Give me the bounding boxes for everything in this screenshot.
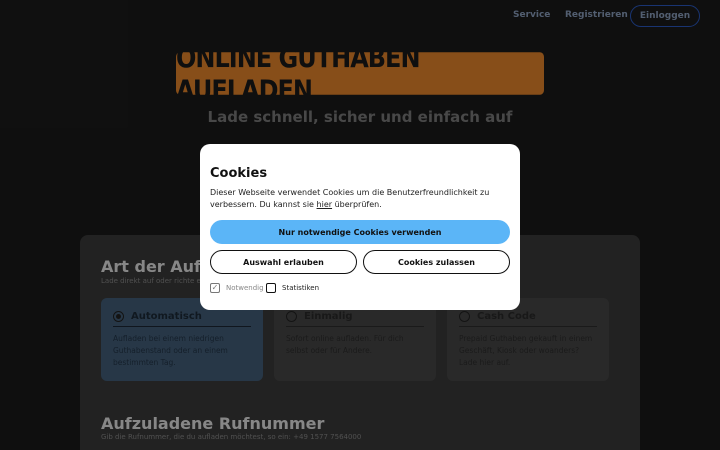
checkbox-necessary: ✓ Notwendig <box>210 283 264 293</box>
checkbox-label: Statistiken <box>282 284 320 292</box>
allow-selection-button[interactable]: Auswahl erlauben <box>210 250 357 274</box>
necessary-cookies-button[interactable]: Nur notwendige Cookies verwenden <box>210 220 510 244</box>
checkbox-statistics[interactable]: Statistiken <box>266 283 319 293</box>
cookie-dialog-text: Dieser Webseite verwendet Cookies um die… <box>210 187 510 211</box>
cookie-dialog-title: Cookies <box>210 166 268 181</box>
allow-all-cookies-button[interactable]: Cookies zulassen <box>363 250 510 274</box>
checkbox-empty-icon[interactable] <box>266 283 276 293</box>
cookie-text-part: überprüfen. <box>332 200 382 209</box>
cookie-details-link[interactable]: hier <box>317 200 333 209</box>
checkbox-label: Notwendig <box>226 284 264 292</box>
checkmark-icon: ✓ <box>210 283 220 293</box>
cookie-consent-dialog: Cookies Dieser Webseite verwendet Cookie… <box>200 144 520 310</box>
